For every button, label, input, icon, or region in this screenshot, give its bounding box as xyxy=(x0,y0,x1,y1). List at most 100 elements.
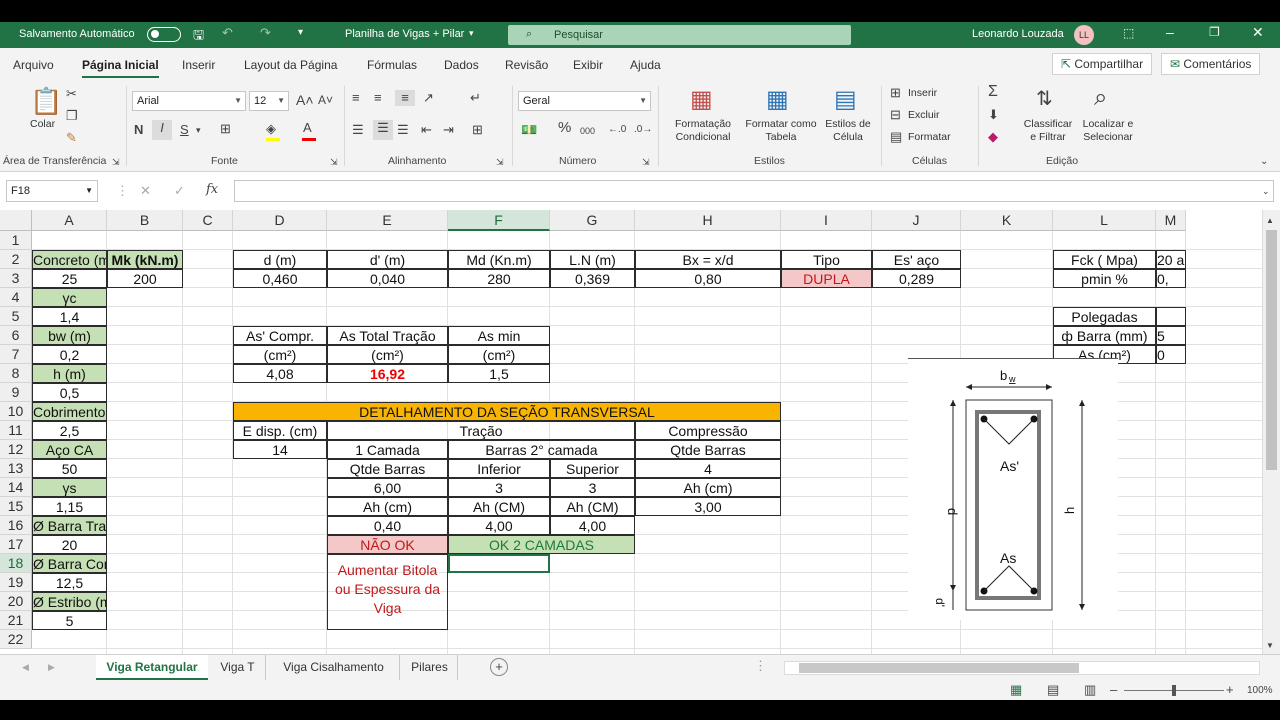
cell-a17[interactable]: 20 xyxy=(32,535,107,554)
formula-input[interactable] xyxy=(234,180,1274,202)
tab-inserir[interactable]: Inserir xyxy=(182,58,215,72)
cell-j2[interactable]: Es' aço xyxy=(872,250,961,269)
shrink-font-icon[interactable]: A˅ xyxy=(318,92,333,108)
collapse-ribbon-icon[interactable]: ⌄ xyxy=(1260,154,1268,170)
cut-icon[interactable]: ✂ xyxy=(66,86,77,102)
column-header-e[interactable]: E xyxy=(327,210,448,231)
row-header-16[interactable]: 16 xyxy=(0,516,32,535)
format-cells-icon[interactable]: ▤ xyxy=(890,129,902,145)
align-left-icon[interactable]: ☰ xyxy=(352,122,364,138)
column-header-l[interactable]: L xyxy=(1053,210,1156,231)
zoom-level[interactable]: 100% xyxy=(1247,683,1273,699)
cell-a14[interactable]: γs xyxy=(32,478,107,497)
row-header-14[interactable]: 14 xyxy=(0,478,32,497)
row-header-10[interactable]: 10 xyxy=(0,402,32,421)
row-header-4[interactable]: 4 xyxy=(0,288,32,307)
conditional-formatting-icon[interactable]: ▦ xyxy=(690,86,713,114)
insert-function-icon[interactable]: fx xyxy=(206,182,218,198)
tab-layout[interactable]: Layout da Página xyxy=(244,58,337,72)
autosum-icon[interactable]: Σ xyxy=(988,84,998,100)
cell-f17[interactable]: OK 2 CAMADAS xyxy=(448,535,635,554)
cell-i3[interactable]: DUPLA xyxy=(781,269,872,288)
cell-g15[interactable]: Ah (CM) xyxy=(550,497,635,516)
cell-i2[interactable]: Tipo xyxy=(781,250,872,269)
redo-icon[interactable]: ↷ xyxy=(260,25,271,41)
tab-pagina-inicial[interactable]: Página Inicial xyxy=(82,58,159,78)
cell-d8[interactable]: 4,08 xyxy=(233,364,327,383)
fill-color-icon[interactable]: ◈ xyxy=(266,121,276,137)
cell-a18[interactable]: Ø Barra Compr. (mm) xyxy=(32,554,107,573)
cell-h14[interactable]: Ah (cm) xyxy=(635,478,781,497)
cell-b3[interactable]: 200 xyxy=(107,269,183,288)
sort-filter-label[interactable]: Classificar e Filtrar xyxy=(1020,118,1076,144)
cell-d2[interactable]: d (m) xyxy=(233,250,327,269)
paste-label[interactable]: Colar xyxy=(30,118,55,131)
column-header-k[interactable]: K xyxy=(961,210,1053,231)
align-middle-icon[interactable]: ≡ xyxy=(374,90,382,106)
cell-h3[interactable]: 0,80 xyxy=(635,269,781,288)
cell-m3[interactable]: 0, xyxy=(1156,269,1186,288)
restore-icon[interactable]: ❐ xyxy=(1209,25,1220,39)
row-header-18[interactable]: 18 xyxy=(0,554,32,573)
row-header-5[interactable]: 5 xyxy=(0,307,32,326)
search-box[interactable]: ⌕ Pesquisar xyxy=(508,25,851,45)
cell-d11[interactable]: E disp. (cm) xyxy=(233,421,327,440)
cell-d7[interactable]: (cm²) xyxy=(233,345,327,364)
prev-sheet-icon[interactable]: ◀ xyxy=(22,659,29,675)
cell-g16[interactable]: 4,00 xyxy=(550,516,635,535)
cell-e14[interactable]: 6,00 xyxy=(327,478,448,497)
font-launcher-icon[interactable]: ⇲ xyxy=(330,154,338,170)
select-all-corner[interactable] xyxy=(0,210,32,231)
row-header-20[interactable]: 20 xyxy=(0,592,32,611)
cell-l3[interactable]: pmin % xyxy=(1053,269,1156,288)
thousands-button[interactable]: 000 xyxy=(580,123,595,139)
cell-styles-label[interactable]: Estilos de Célula xyxy=(822,118,874,144)
conditional-formatting-label[interactable]: Formatação Condicional xyxy=(664,118,742,144)
minimize-icon[interactable]: – xyxy=(1166,24,1174,40)
column-header-j[interactable]: J xyxy=(872,210,961,231)
row-header-3[interactable]: 3 xyxy=(0,269,32,288)
cell-h11[interactable]: Compressão xyxy=(635,421,781,440)
add-sheet-icon[interactable]: + xyxy=(490,658,508,676)
sheet-tab-viga-cisalhamento[interactable]: Viga Cisalhamento xyxy=(268,655,400,680)
wrap-text-icon[interactable]: ↵ xyxy=(470,90,481,106)
format-as-table-icon[interactable]: ▦ xyxy=(766,86,789,114)
cell-f15[interactable]: Ah (CM) xyxy=(448,497,550,516)
next-sheet-icon[interactable]: ▶ xyxy=(48,659,55,675)
tab-revisao[interactable]: Revisão xyxy=(505,58,548,72)
column-header-f[interactable]: F xyxy=(448,210,550,231)
cell-e3[interactable]: 0,040 xyxy=(327,269,448,288)
cell-d3[interactable]: 0,460 xyxy=(233,269,327,288)
column-header-c[interactable]: C xyxy=(183,210,233,231)
cell-g13[interactable]: Superior xyxy=(550,459,635,478)
row-header-11[interactable]: 11 xyxy=(0,421,32,440)
cell-d6[interactable]: As' Compr. xyxy=(233,326,327,345)
format-as-table-label[interactable]: Formatar como Tabela xyxy=(740,118,822,144)
cell-f16[interactable]: 4,00 xyxy=(448,516,550,535)
cell-f14[interactable]: 3 xyxy=(448,478,550,497)
cell-a10[interactable]: Cobrimento (cm) xyxy=(32,402,107,421)
zoom-out-icon[interactable]: – xyxy=(1110,682,1117,698)
cell-a20[interactable]: Ø Estribo (mm) xyxy=(32,592,107,611)
bold-button[interactable]: N xyxy=(134,122,143,138)
delete-cells-icon[interactable]: ⊟ xyxy=(890,107,901,123)
zoom-slider-handle[interactable] xyxy=(1172,685,1176,696)
row-header-7[interactable]: 7 xyxy=(0,345,32,364)
cell-f2[interactable]: Md (Kn.m) xyxy=(448,250,550,269)
row-header-12[interactable]: 12 xyxy=(0,440,32,459)
cell-e13[interactable]: Qtde Barras xyxy=(327,459,448,478)
cell-a12[interactable]: Aço CA xyxy=(32,440,107,459)
currency-icon[interactable]: 💵 xyxy=(521,122,537,138)
number-format-select[interactable]: Geral ▼ xyxy=(518,91,651,111)
cell-b2[interactable]: Mk (kN.m) xyxy=(107,250,183,269)
merge-center-icon[interactable]: ⊞ xyxy=(472,122,483,138)
cell-a21[interactable]: 5 xyxy=(32,611,107,630)
avatar[interactable]: LL xyxy=(1074,25,1094,45)
cell-g14[interactable]: 3 xyxy=(550,478,635,497)
scroll-up-icon[interactable]: ▲ xyxy=(1266,213,1274,229)
cell-d12[interactable]: 14 xyxy=(233,440,327,459)
scroll-thumb[interactable] xyxy=(1266,230,1277,470)
save-icon[interactable]: 🖫 xyxy=(193,26,204,48)
cell-e18[interactable]: Aumentar Bitola ou Espessura da Viga xyxy=(327,554,448,630)
align-bottom-icon[interactable]: ≡ xyxy=(395,90,415,106)
